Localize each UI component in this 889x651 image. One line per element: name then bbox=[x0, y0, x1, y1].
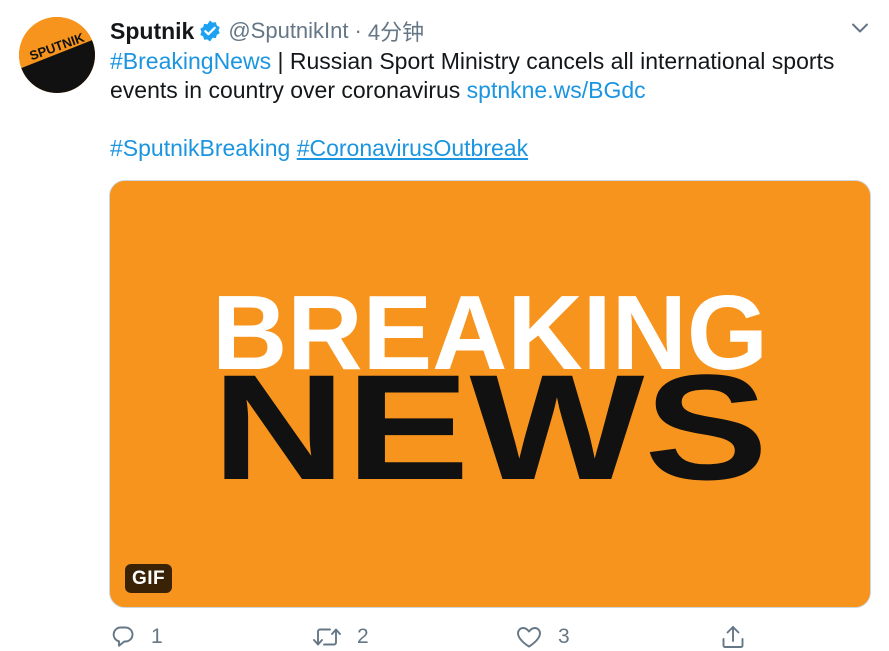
hashtag-breakingnews[interactable]: #BreakingNews bbox=[110, 48, 271, 74]
reply-count: 1 bbox=[151, 625, 163, 648]
reply-button[interactable]: 1 bbox=[110, 624, 163, 650]
media-gif[interactable]: BREAKING NEWS GIF bbox=[109, 180, 871, 608]
display-name[interactable]: Sputnik bbox=[110, 18, 194, 45]
timestamp[interactable]: 4分钟 bbox=[368, 15, 424, 47]
retweet-count: 2 bbox=[357, 625, 369, 648]
tweet-link[interactable]: sptnkne.ws/BGdc bbox=[467, 77, 646, 103]
breaking-news-image: BREAKING NEWS bbox=[110, 181, 870, 607]
handle[interactable]: @SputnikInt bbox=[228, 18, 348, 44]
tweet: SPUTNIK Sputnik @SputnikInt · 4分钟 #Break… bbox=[0, 0, 889, 651]
avatar[interactable]: SPUTNIK bbox=[19, 17, 95, 93]
retweet-icon bbox=[313, 628, 341, 646]
tweet-text: #BreakingNews | Russian Sport Ministry c… bbox=[110, 47, 880, 163]
reply-icon bbox=[112, 626, 134, 647]
like-count: 3 bbox=[558, 625, 570, 648]
sputnik-logo-icon: SPUTNIK bbox=[19, 17, 95, 93]
hashtag-coronavirusoutbreak[interactable]: #CoronavirusOutbreak bbox=[297, 135, 528, 161]
retweet-button[interactable]: 2 bbox=[312, 624, 369, 650]
verified-badge-icon bbox=[198, 19, 222, 43]
like-button[interactable]: 3 bbox=[515, 624, 570, 650]
share-icon bbox=[722, 626, 744, 648]
tweet-header: Sputnik @SputnikInt · 4分钟 bbox=[110, 14, 424, 48]
chevron-down-icon[interactable] bbox=[846, 14, 874, 42]
action-bar: 1 2 3 bbox=[0, 624, 889, 651]
separator-dot: · bbox=[354, 18, 362, 43]
share-button[interactable] bbox=[720, 624, 746, 650]
hashtag-sputnikbreaking[interactable]: #SputnikBreaking bbox=[110, 135, 290, 161]
gif-badge: GIF bbox=[125, 564, 173, 593]
media-line2: NEWS bbox=[212, 343, 768, 511]
heart-icon bbox=[517, 627, 541, 648]
